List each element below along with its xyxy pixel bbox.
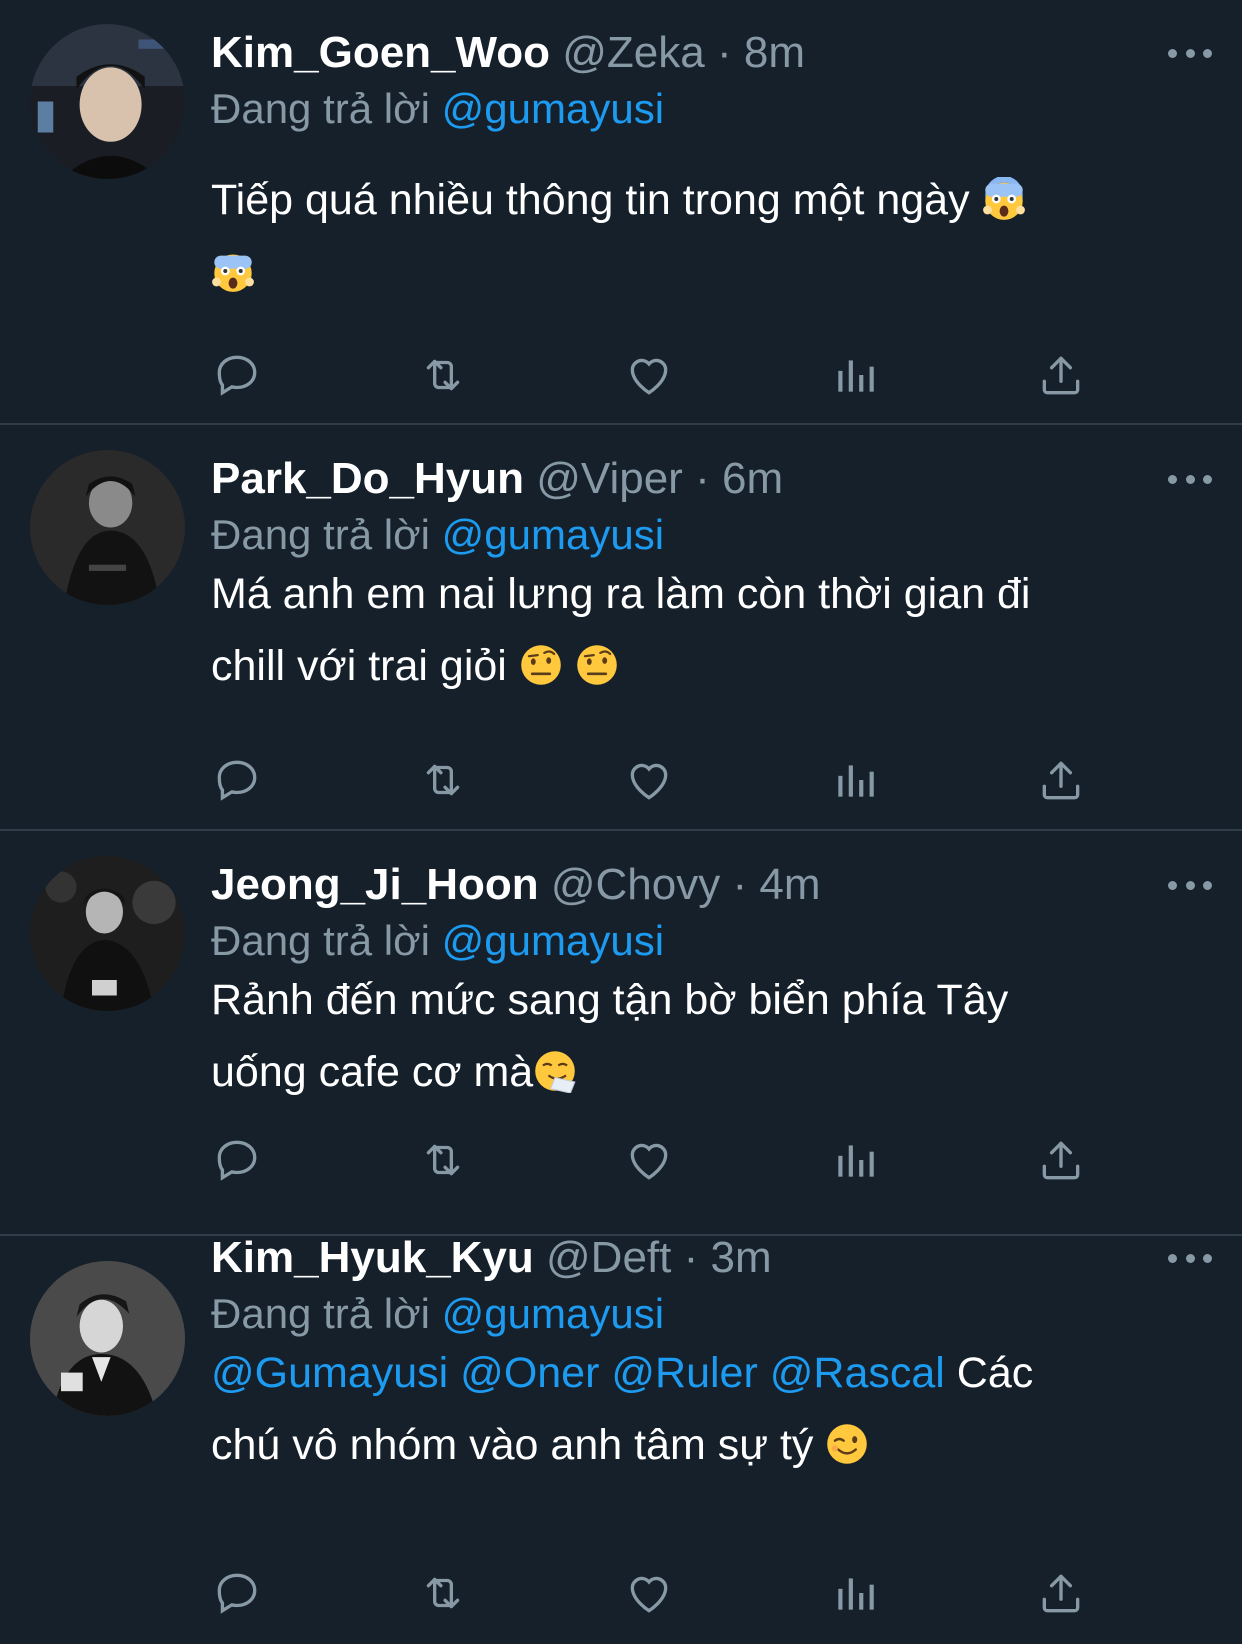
- replying-to-mention[interactable]: @gumayusi: [442, 85, 664, 132]
- replying-to: Đang trả lời @gumayusi: [211, 1287, 664, 1341]
- timestamp[interactable]: 4m: [759, 860, 820, 909]
- share-icon[interactable]: [1033, 752, 1089, 808]
- tweet-deft[interactable]: Kim_Hyuk_Kyu @Deft · 3m Đang trả lời @gu…: [0, 1233, 1242, 1644]
- replying-to: Đang trả lời @gumayusi: [211, 82, 664, 136]
- tweet-text-line: chú vô nhóm vào anh tâm sự tý: [211, 1421, 814, 1469]
- display-name[interactable]: Kim_Goen_Woo: [211, 28, 550, 77]
- tweet-text-line: Má anh em nai lưng ra làm còn thời gian …: [211, 570, 1031, 618]
- tweet-actions: [0, 1132, 1242, 1188]
- tweet-text: Tiếp quá nhiều thông tin trong một ngày: [211, 164, 1171, 308]
- heart-icon[interactable]: [621, 1132, 677, 1188]
- user-handle[interactable]: @Deft: [546, 1233, 671, 1282]
- mention-link[interactable]: @Gumayusi: [211, 1349, 448, 1397]
- heart-icon[interactable]: [621, 347, 677, 403]
- replying-to-mention[interactable]: @gumayusi: [442, 917, 664, 964]
- avatar[interactable]: [30, 1261, 185, 1416]
- tweet-text: Má anh em nai lưng ra làm còn thời gian …: [211, 558, 1171, 702]
- replying-to-mention[interactable]: @gumayusi: [442, 1290, 664, 1337]
- more-options-icon[interactable]: [1168, 464, 1212, 494]
- mention-link[interactable]: @Rascal: [770, 1349, 945, 1397]
- avatar[interactable]: [30, 24, 185, 179]
- tweet-header: Park_Do_Hyun @Viper · 6m: [211, 452, 783, 506]
- tweet-text-line: Các: [956, 1349, 1034, 1397]
- tweet-chovy[interactable]: Jeong_Ji_Hoon @Chovy · 4m Đang trả lời @…: [0, 831, 1242, 1236]
- mention-link[interactable]: @Ruler: [611, 1349, 757, 1397]
- tweet-zeka[interactable]: Kim_Goen_Woo @Zeka · 8m Đang trả lời @gu…: [0, 0, 1242, 425]
- face-with-raised-eyebrow-icon: [575, 637, 619, 685]
- share-icon[interactable]: [1033, 1565, 1089, 1621]
- tweet-actions: [0, 1565, 1242, 1621]
- more-options-icon[interactable]: [1168, 1243, 1212, 1273]
- tweet-header: Kim_Hyuk_Kyu @Deft · 3m: [211, 1231, 772, 1285]
- display-name[interactable]: Jeong_Ji_Hoon: [211, 860, 539, 909]
- separator-dot: ·: [695, 454, 710, 503]
- replying-to-label: Đang trả lời: [211, 85, 430, 132]
- replying-to: Đang trả lời @gumayusi: [211, 508, 664, 562]
- share-icon[interactable]: [1033, 1132, 1089, 1188]
- tweet-actions: [0, 752, 1242, 808]
- reply-icon[interactable]: [209, 1565, 265, 1621]
- tweet-viper[interactable]: Park_Do_Hyun @Viper · 6m Đang trả lời @g…: [0, 425, 1242, 831]
- reply-icon[interactable]: [209, 347, 265, 403]
- separator-dot: ·: [716, 28, 732, 77]
- mention-link[interactable]: @Oner: [460, 1349, 599, 1397]
- timestamp[interactable]: 3m: [711, 1233, 772, 1282]
- user-handle[interactable]: @Viper: [536, 454, 683, 503]
- tweet-text-line: uống cafe cơ mà: [211, 1048, 534, 1096]
- analytics-icon[interactable]: [827, 1132, 883, 1188]
- tweet-text-content: Tiếp quá nhiều thông tin trong một ngày: [211, 176, 970, 224]
- timestamp[interactable]: 8m: [744, 28, 805, 77]
- retweet-icon[interactable]: [415, 1565, 471, 1621]
- avatar[interactable]: [30, 450, 185, 605]
- retweet-icon[interactable]: [415, 1132, 471, 1188]
- display-name[interactable]: Park_Do_Hyun: [211, 454, 524, 503]
- replying-to-label: Đang trả lời: [211, 511, 430, 558]
- more-options-icon[interactable]: [1168, 38, 1212, 68]
- face-screaming-in-fear-icon: [982, 171, 1026, 220]
- analytics-icon[interactable]: [827, 1565, 883, 1621]
- heart-icon[interactable]: [621, 752, 677, 808]
- tweet-text-line: Rảnh đến mức sang tận bờ biển phía Tây: [211, 976, 1009, 1024]
- reply-feed: Kim_Goen_Woo @Zeka · 8m Đang trả lời @gu…: [0, 0, 1242, 1644]
- replying-to-label: Đang trả lời: [211, 917, 430, 964]
- reply-icon[interactable]: [209, 1132, 265, 1188]
- replying-to: Đang trả lời @gumayusi: [211, 914, 664, 968]
- tweet-text: Rảnh đến mức sang tận bờ biển phía Tây u…: [211, 964, 1171, 1108]
- analytics-icon[interactable]: [827, 752, 883, 808]
- retweet-icon[interactable]: [415, 347, 471, 403]
- replying-to-mention[interactable]: @gumayusi: [442, 511, 664, 558]
- user-handle[interactable]: @Chovy: [551, 860, 720, 909]
- separator-dot: ·: [732, 860, 748, 909]
- replying-to-label: Đang trả lời: [211, 1290, 430, 1337]
- sneezing-face-icon: [533, 1043, 577, 1094]
- tweet-header: Kim_Goen_Woo @Zeka · 8m: [211, 26, 805, 80]
- analytics-icon[interactable]: [827, 347, 883, 403]
- tweet-text: @Gumayusi @Oner @Ruler @Rascal Các chú v…: [211, 1337, 1171, 1481]
- heart-icon[interactable]: [621, 1565, 677, 1621]
- display-name[interactable]: Kim_Hyuk_Kyu: [211, 1233, 534, 1282]
- tweet-header: Jeong_Ji_Hoon @Chovy · 4m: [211, 858, 821, 912]
- reply-icon[interactable]: [209, 752, 265, 808]
- face-with-raised-eyebrow-icon: [519, 637, 563, 685]
- retweet-icon[interactable]: [415, 752, 471, 808]
- share-icon[interactable]: [1033, 347, 1089, 403]
- winking-face-icon: [825, 1416, 869, 1464]
- avatar[interactable]: [30, 856, 185, 1011]
- user-handle[interactable]: @Zeka: [562, 28, 704, 77]
- timestamp[interactable]: 6m: [722, 454, 783, 503]
- separator-dot: ·: [683, 1233, 699, 1282]
- tweet-text-line: chill với trai giỏi: [211, 642, 507, 690]
- more-options-icon[interactable]: [1168, 870, 1212, 900]
- tweet-actions: [0, 347, 1242, 403]
- face-screaming-in-fear-icon: [211, 243, 255, 292]
